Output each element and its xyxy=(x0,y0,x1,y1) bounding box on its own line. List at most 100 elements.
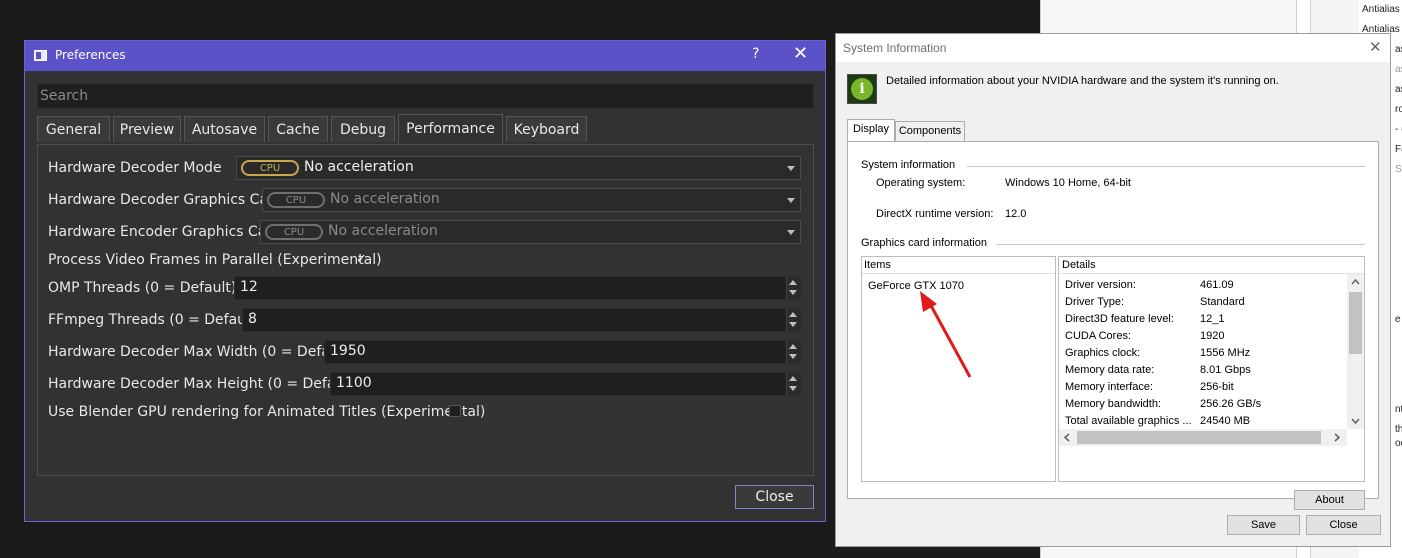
tab-general[interactable]: General xyxy=(37,116,110,142)
system-information-dialog: System Information ✕ i Detailed informat… xyxy=(835,33,1391,547)
parallel-label: Process Video Frames in Parallel (Experi… xyxy=(48,252,382,268)
spin-buttons[interactable] xyxy=(786,373,800,395)
cpu-badge: CPU xyxy=(265,224,323,240)
os-value: Windows 10 Home, 64-bit xyxy=(1005,177,1131,189)
tab-components[interactable]: Components xyxy=(895,121,965,141)
ffmpeg-threads-spinbox[interactable]: 8 xyxy=(242,308,801,332)
background-text: the xyxy=(1395,424,1402,435)
spin-down-icon[interactable] xyxy=(789,290,797,295)
omp-threads-value: 12 xyxy=(240,279,258,295)
encoder-card-value: No acceleration xyxy=(328,223,438,239)
spin-up-icon[interactable] xyxy=(789,376,797,381)
decoder-card-select[interactable]: CPU No acceleration xyxy=(262,188,801,212)
group-divider xyxy=(996,244,1365,245)
close-icon[interactable]: ✕ xyxy=(793,43,808,64)
tab-autosave[interactable]: Autosave xyxy=(184,116,265,142)
save-button[interactable]: Save xyxy=(1227,515,1300,535)
horizontal-scrollbar[interactable] xyxy=(1059,429,1347,446)
decoder-card-label: Hardware Decoder Graphics Card xyxy=(48,192,283,208)
detail-key: CUDA Cores: xyxy=(1065,330,1132,342)
detail-value: 1556 MHz xyxy=(1200,347,1251,359)
detail-key: Direct3D feature level: xyxy=(1065,313,1174,325)
window-title: System Information xyxy=(843,41,947,55)
background-text: Sm xyxy=(1395,164,1402,175)
os-label: Operating system: xyxy=(876,177,966,189)
spin-buttons[interactable] xyxy=(786,309,800,331)
tab-performance[interactable]: Performance xyxy=(398,114,503,144)
about-button[interactable]: About xyxy=(1294,490,1365,510)
help-button[interactable]: ? xyxy=(752,46,759,62)
tab-debug[interactable]: Debug xyxy=(331,116,395,142)
background-text: nte xyxy=(1395,404,1402,415)
omp-threads-label: OMP Threads (0 = Default) xyxy=(48,280,237,296)
detail-value: 24540 MB xyxy=(1200,415,1251,427)
details-list[interactable]: Details Driver version: 461.09 Driver Ty… xyxy=(1058,256,1365,482)
scroll-thumb xyxy=(1349,292,1362,354)
scroll-right-icon xyxy=(1334,433,1341,442)
decoder-mode-label: Hardware Decoder Mode xyxy=(48,160,222,176)
max-width-label: Hardware Decoder Max Width (0 = Default) xyxy=(48,344,354,360)
blender-gpu-checkbox[interactable] xyxy=(449,405,461,417)
items-list[interactable]: Items GeForce GTX 1070 xyxy=(861,256,1056,482)
encoder-card-select[interactable]: CPU No acceleration xyxy=(260,220,801,244)
spin-buttons[interactable] xyxy=(786,341,800,363)
detail-value: 461.09 xyxy=(1200,279,1234,291)
detail-value: Standard xyxy=(1200,296,1245,308)
spin-up-icon[interactable] xyxy=(789,312,797,317)
detail-key: Driver Type: xyxy=(1065,296,1125,308)
tab-keyboard[interactable]: Keyboard xyxy=(506,116,587,142)
detail-value: 12_1 xyxy=(1200,313,1225,325)
detail-key: Memory interface: xyxy=(1065,381,1154,393)
graphics-group-title: Graphics card information xyxy=(861,237,987,249)
cpu-badge: CPU xyxy=(241,160,299,176)
background-text: as xyxy=(1395,44,1402,55)
sysinfo-titlebar[interactable]: System Information ✕ xyxy=(836,34,1390,62)
chevron-down-icon xyxy=(787,230,795,235)
nvidia-info-icon: i xyxy=(847,74,877,104)
spin-up-icon[interactable] xyxy=(789,280,797,285)
directx-label: DirectX runtime version: xyxy=(876,208,994,220)
spin-down-icon[interactable] xyxy=(789,386,797,391)
spin-buttons[interactable] xyxy=(786,277,800,299)
list-item[interactable]: GeForce GTX 1070 xyxy=(868,280,964,292)
spin-down-icon[interactable] xyxy=(789,354,797,359)
header-divider xyxy=(862,273,1055,274)
scroll-down-icon xyxy=(1351,418,1360,425)
max-width-spinbox[interactable]: 1950 xyxy=(324,340,801,364)
preferences-titlebar[interactable]: Preferences ? ✕ xyxy=(25,41,825,71)
tab-preview[interactable]: Preview xyxy=(113,116,181,142)
detail-key: Memory data rate: xyxy=(1065,364,1155,376)
background-text: as xyxy=(1395,64,1402,75)
search-input[interactable]: Search xyxy=(37,83,814,109)
vertical-scrollbar[interactable] xyxy=(1347,274,1364,429)
close-button[interactable]: Close xyxy=(735,485,814,509)
spin-down-icon[interactable] xyxy=(789,322,797,327)
close-button[interactable]: Close xyxy=(1306,515,1381,535)
header-divider xyxy=(1059,273,1364,274)
blender-gpu-label: Use Blender GPU rendering for Animated T… xyxy=(48,404,486,420)
omp-threads-spinbox[interactable]: 12 xyxy=(234,276,801,300)
max-height-label: Hardware Decoder Max Height (0 = Default… xyxy=(48,376,360,392)
spin-up-icon[interactable] xyxy=(789,344,797,349)
scroll-thumb xyxy=(1077,431,1321,444)
preferences-dialog: Preferences ? ✕ Search General Preview A… xyxy=(24,40,826,522)
tab-display[interactable]: Display xyxy=(847,119,895,141)
max-width-value: 1950 xyxy=(330,343,366,359)
background-text: rou xyxy=(1395,104,1402,115)
details-header: Details xyxy=(1062,259,1096,271)
tab-cache[interactable]: Cache xyxy=(268,116,328,142)
chevron-down-icon xyxy=(787,166,795,171)
decoder-card-value: No acceleration xyxy=(330,191,440,207)
background-text: oot xyxy=(1395,438,1402,449)
display-tab-panel: System information Operating system: Win… xyxy=(847,141,1379,510)
parallel-checkbox[interactable]: ✓ xyxy=(356,253,368,266)
window-title: Preferences xyxy=(55,48,126,62)
max-height-spinbox[interactable]: 1100 xyxy=(330,372,801,396)
max-height-value: 1100 xyxy=(336,375,372,391)
scroll-left-icon xyxy=(1063,433,1070,442)
background-text: as xyxy=(1395,84,1402,95)
decoder-mode-select[interactable]: CPU No acceleration xyxy=(236,156,801,180)
close-icon[interactable]: ✕ xyxy=(1369,38,1382,56)
background-text: Antialias xyxy=(1362,4,1400,15)
ffmpeg-threads-value: 8 xyxy=(248,311,257,327)
